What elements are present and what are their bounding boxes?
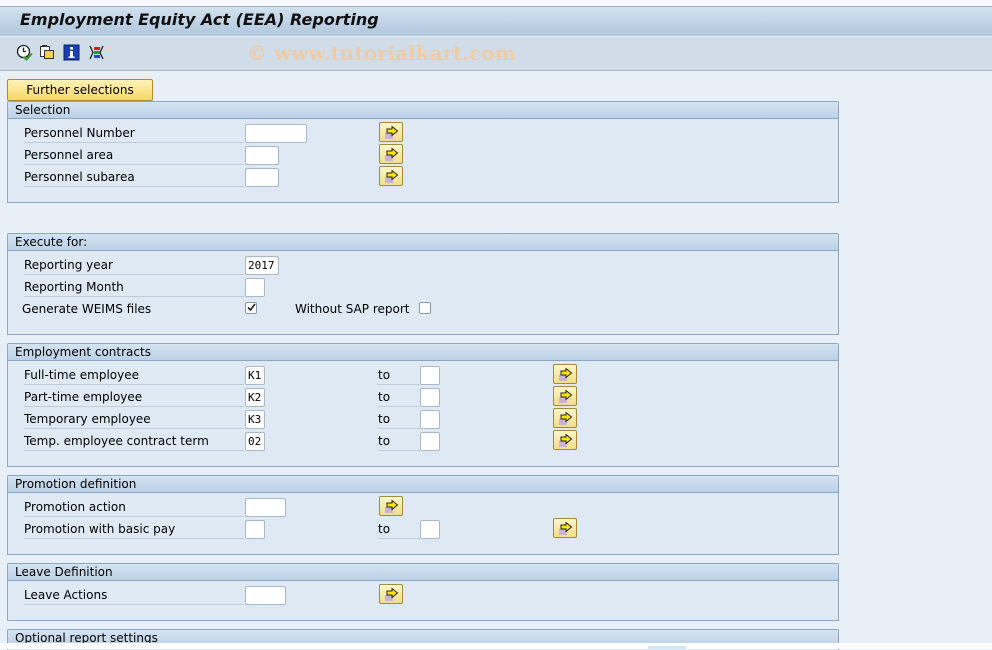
group-employment-contracts-title: Employment contracts xyxy=(8,344,838,361)
promotion-basic-pay-to-input[interactable] xyxy=(420,520,440,539)
contract-term-from-input[interactable]: 02 xyxy=(245,432,265,451)
execute-clock-icon[interactable] xyxy=(16,44,33,61)
leave-actions-label: Leave Actions xyxy=(24,586,244,605)
arrow-right-icon xyxy=(559,389,573,403)
part-time-employee-label: Part-time employee xyxy=(24,388,244,407)
temporary-employee-from-input[interactable]: K3 xyxy=(245,410,265,429)
temporary-employee-multiple-selection-button[interactable] xyxy=(553,408,577,428)
window-top-strip xyxy=(0,0,992,7)
reporting-year-row: Reporting year 2017 xyxy=(8,253,838,275)
leave-actions-row: Leave Actions xyxy=(8,583,838,605)
promotion-action-multiple-selection-button[interactable] xyxy=(379,496,403,516)
to-label: to xyxy=(378,520,420,539)
personnel-number-row: Personnel Number xyxy=(8,121,838,143)
temporary-employee-to-input[interactable] xyxy=(420,410,440,429)
to-label: to xyxy=(378,410,420,429)
without-sap-report-label: Without SAP report xyxy=(295,302,410,316)
leave-actions-multiple-selection-button[interactable] xyxy=(379,584,403,604)
get-variant-icon[interactable] xyxy=(39,44,56,61)
personnel-subarea-label: Personnel subarea xyxy=(24,168,244,187)
personnel-subarea-row: Personnel subarea xyxy=(8,165,838,187)
checkmark-icon xyxy=(247,303,256,312)
generate-weims-label: Generate WEIMS files xyxy=(22,302,152,316)
personnel-subarea-multiple-selection-button[interactable] xyxy=(379,166,403,186)
full-time-employee-to-input[interactable] xyxy=(420,366,440,385)
bottom-strip xyxy=(0,643,992,649)
group-selection: Selection Personnel Number Personnel are… xyxy=(7,101,839,203)
full-time-employee-from-input[interactable]: K1 xyxy=(245,366,265,385)
group-leave-definition: Leave Definition Leave Actions xyxy=(7,563,839,621)
personnel-number-multiple-selection-button[interactable] xyxy=(379,122,403,142)
personnel-number-label: Personnel Number xyxy=(24,124,244,143)
part-time-employee-from-input[interactable]: K2 xyxy=(245,388,265,407)
contract-term-to-input[interactable] xyxy=(420,432,440,451)
to-label: to xyxy=(378,432,420,451)
contract-term-label: Temp. employee contract term xyxy=(24,432,244,451)
group-employment-contracts: Employment contracts Full-time employee … xyxy=(7,343,839,467)
reporting-month-row: Reporting Month xyxy=(8,275,838,297)
temporary-employee-row: Temporary employee K3 to xyxy=(8,407,838,429)
group-promotion-definition: Promotion definition Promotion action Pr… xyxy=(7,475,839,555)
to-label: to xyxy=(378,388,420,407)
arrow-right-icon xyxy=(559,433,573,447)
group-execute-for-title: Execute for: xyxy=(8,234,838,251)
arrow-right-icon xyxy=(385,499,399,513)
part-time-employee-multiple-selection-button[interactable] xyxy=(553,386,577,406)
generate-weims-checkbox[interactable] xyxy=(245,302,257,314)
promotion-action-label: Promotion action xyxy=(24,498,244,517)
page-title: Employment Equity Act (EEA) Reporting xyxy=(20,10,379,29)
part-time-employee-to-input[interactable] xyxy=(420,388,440,407)
promotion-action-input[interactable] xyxy=(245,498,286,517)
reporting-year-label: Reporting year xyxy=(24,256,244,275)
weims-row: Generate WEIMS files Without SAP report xyxy=(8,297,838,319)
arrow-right-icon xyxy=(559,521,573,535)
reporting-year-input[interactable]: 2017 xyxy=(245,256,279,275)
group-execute-for: Execute for: Reporting year 2017 Reporti… xyxy=(7,233,839,335)
personnel-area-input[interactable] xyxy=(245,146,279,165)
further-selections-button[interactable]: Further selections xyxy=(7,79,153,101)
to-label: to xyxy=(378,366,420,385)
promotion-basic-pay-row: Promotion with basic pay to xyxy=(8,517,838,539)
selection-options-icon[interactable] xyxy=(88,44,105,61)
contract-term-multiple-selection-button[interactable] xyxy=(553,430,577,450)
arrow-right-icon xyxy=(385,169,399,183)
group-selection-title: Selection xyxy=(8,102,838,119)
personnel-area-row: Personnel area xyxy=(8,143,838,165)
reporting-month-input[interactable] xyxy=(245,278,265,297)
arrow-right-icon xyxy=(385,125,399,139)
arrow-right-icon xyxy=(559,411,573,425)
temporary-employee-label: Temporary employee xyxy=(24,410,244,429)
promotion-basic-pay-from-input[interactable] xyxy=(245,520,265,539)
promotion-action-row: Promotion action xyxy=(8,495,838,517)
personnel-number-input[interactable] xyxy=(245,124,307,143)
application-toolbar: © www.tutorialkart.com xyxy=(0,37,992,71)
group-leave-definition-title: Leave Definition xyxy=(8,564,838,581)
promotion-basic-pay-multiple-selection-button[interactable] xyxy=(553,518,577,538)
full-time-employee-multiple-selection-button[interactable] xyxy=(553,364,577,384)
watermark: © www.tutorialkart.com xyxy=(247,41,516,65)
title-bar: Employment Equity Act (EEA) Reporting xyxy=(0,7,992,37)
reporting-month-label: Reporting Month xyxy=(24,278,244,297)
full-time-employee-row: Full-time employee K1 to xyxy=(8,363,838,385)
personnel-subarea-input[interactable] xyxy=(245,168,279,187)
without-sap-report-checkbox[interactable] xyxy=(419,302,431,314)
arrow-right-icon xyxy=(385,147,399,161)
full-time-employee-label: Full-time employee xyxy=(24,366,244,385)
personnel-area-multiple-selection-button[interactable] xyxy=(379,144,403,164)
arrow-right-icon xyxy=(385,587,399,601)
leave-actions-input[interactable] xyxy=(245,586,286,605)
personnel-area-label: Personnel area xyxy=(24,146,244,165)
group-promotion-definition-title: Promotion definition xyxy=(8,476,838,493)
part-time-employee-row: Part-time employee K2 to xyxy=(8,385,838,407)
info-icon[interactable] xyxy=(63,44,80,61)
contract-term-row: Temp. employee contract term 02 to xyxy=(8,429,838,451)
arrow-right-icon xyxy=(559,367,573,381)
promotion-basic-pay-label: Promotion with basic pay xyxy=(24,520,244,539)
